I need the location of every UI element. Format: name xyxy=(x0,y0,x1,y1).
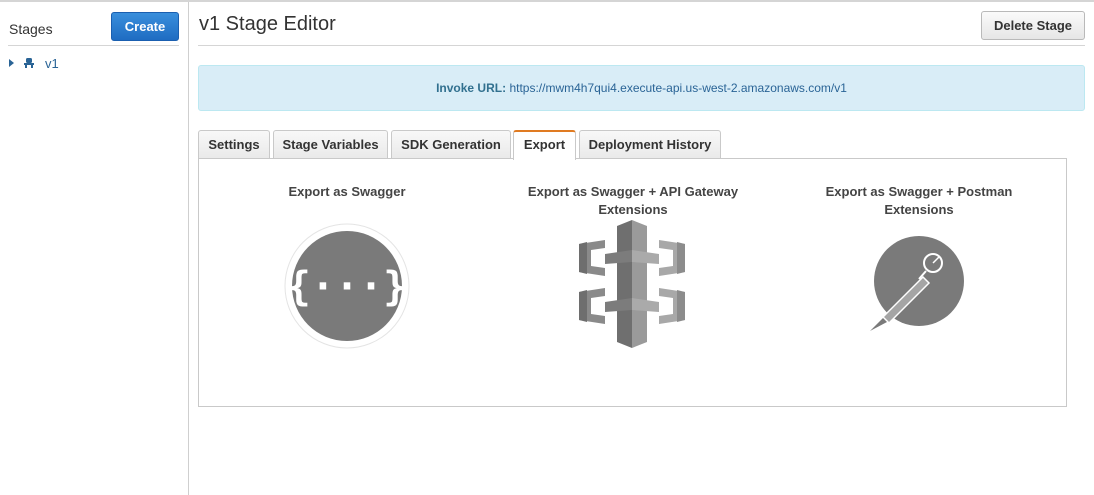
export-postman-title-line1: Export as Swagger + Postman xyxy=(825,184,1013,199)
invoke-url-link[interactable]: https://mwm4h7qui4.execute-api.us-west-2… xyxy=(509,81,846,95)
stage-tree-item-v1[interactable]: v1 xyxy=(9,54,59,72)
tab-settings[interactable]: Settings xyxy=(198,130,270,159)
header-divider xyxy=(198,45,1085,46)
export-postman-option[interactable]: Export as Swagger + Postman Extensions xyxy=(799,183,1039,219)
postman-icon[interactable] xyxy=(863,235,967,335)
swagger-icon[interactable]: {···} xyxy=(284,223,410,349)
stage-icon xyxy=(24,58,34,68)
stage-tree-label: v1 xyxy=(45,55,59,71)
export-api-gateway-option[interactable]: Export as Swagger + API Gateway Extensio… xyxy=(513,183,753,219)
export-swagger-title: Export as Swagger xyxy=(288,184,406,199)
invoke-url-banner: Invoke URL: https://mwm4h7qui4.execute-a… xyxy=(198,65,1085,111)
export-api-gateway-title-line2: Extensions xyxy=(598,202,668,217)
export-postman-title-line2: Extensions xyxy=(884,202,954,217)
page-title: v1 Stage Editor xyxy=(199,13,336,35)
tab-export[interactable]: Export xyxy=(513,130,576,160)
tab-sdk-generation[interactable]: SDK Generation xyxy=(391,130,511,159)
export-panel: Export as Swagger {···} Export as Swagge… xyxy=(198,158,1067,407)
stages-sidebar: Stages Create v1 xyxy=(0,2,189,495)
sidebar-divider xyxy=(8,45,179,46)
expand-arrow-icon[interactable] xyxy=(9,59,14,67)
export-api-gateway-title-line1: Export as Swagger + API Gateway xyxy=(527,184,739,199)
invoke-url-label: Invoke URL: xyxy=(436,81,507,95)
api-gateway-icon[interactable] xyxy=(577,220,687,348)
svg-text:{···}: {···} xyxy=(287,264,407,310)
export-swagger-option[interactable]: Export as Swagger xyxy=(227,183,467,201)
delete-stage-button[interactable]: Delete Stage xyxy=(981,11,1085,40)
tab-stage-variables[interactable]: Stage Variables xyxy=(273,130,388,159)
tab-deployment-history[interactable]: Deployment History xyxy=(579,130,721,159)
create-button[interactable]: Create xyxy=(111,12,179,41)
sidebar-title: Stages xyxy=(9,21,53,37)
